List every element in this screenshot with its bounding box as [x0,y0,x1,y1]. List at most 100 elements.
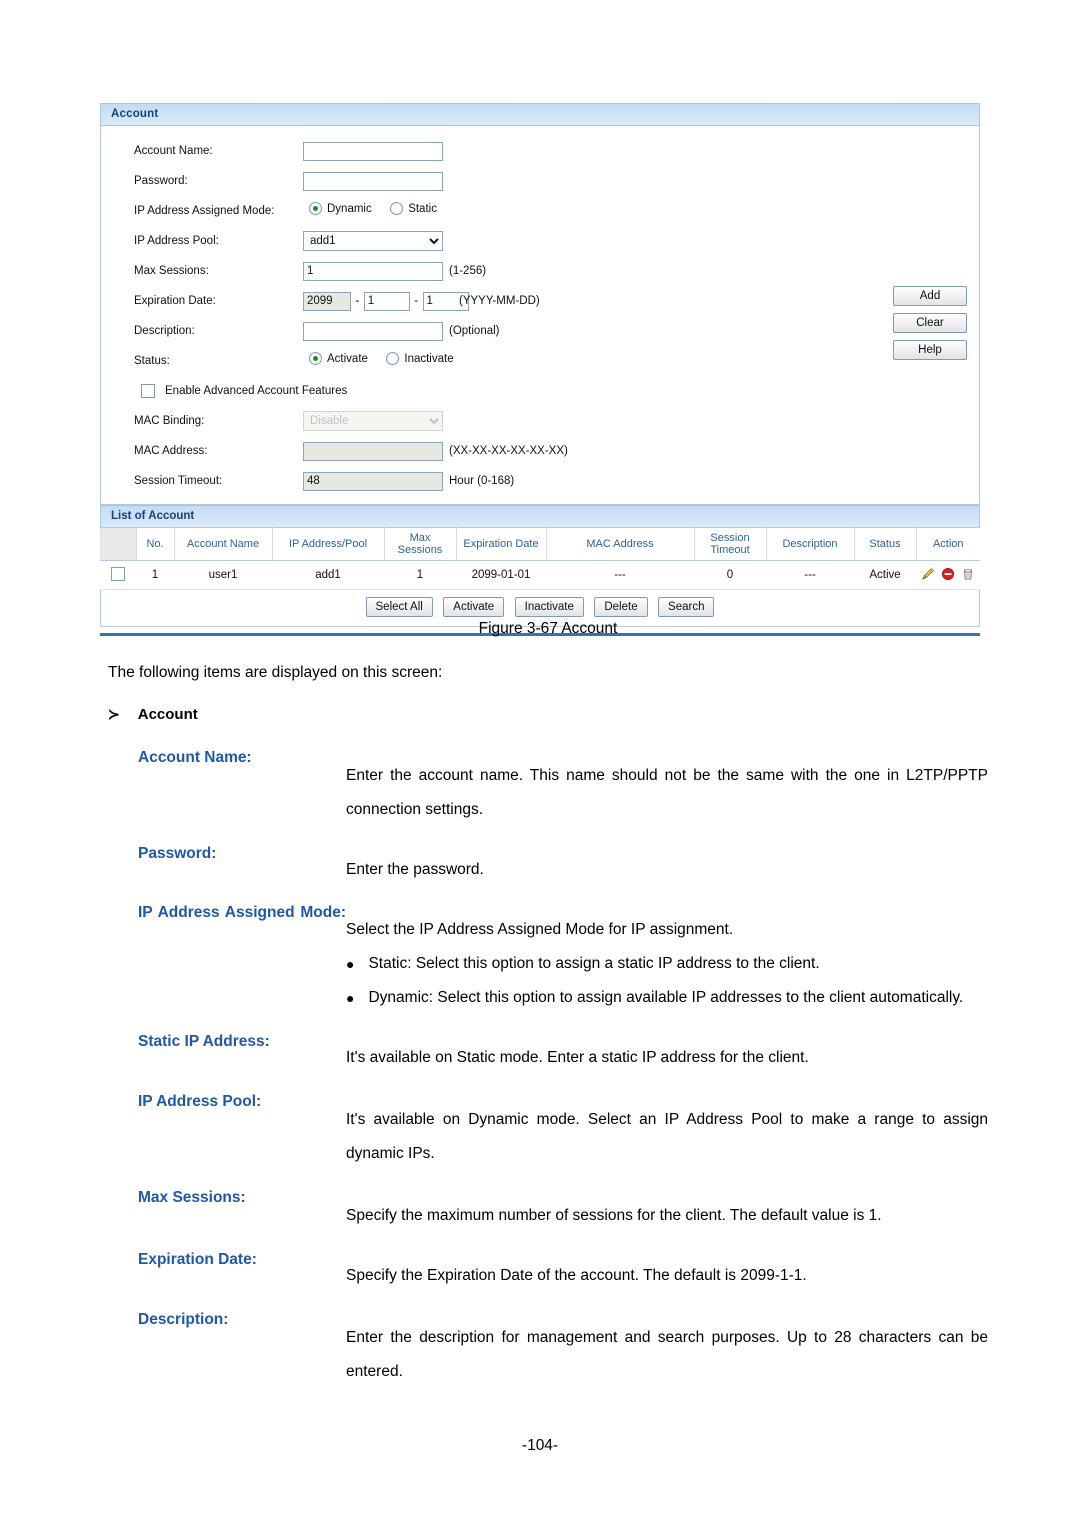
desc-paragraph: It's available on Dynamic mode. Select a… [346,1111,988,1162]
password-input[interactable] [303,171,443,191]
radio-static-indicator[interactable] [390,202,404,215]
form-row-ip-assigned-mode: IP Address Assigned Mode: Dynamic Static [101,196,979,226]
col-header-action: Action [916,527,980,561]
session-timeout-input[interactable] [303,471,443,491]
delete-button[interactable]: Delete [594,597,648,617]
advanced-features-wrap[interactable]: Enable Advanced Account Features [141,384,347,398]
inactivate-button[interactable]: Inactivate [514,597,584,617]
help-button[interactable]: Help [893,340,967,360]
term-label-description: Description: [138,1311,229,1328]
term-label-ip-address-pool: IP Address Pool: [138,1093,262,1110]
account-panel-title: Account [100,103,980,126]
term-desc-ip-assigned-mode: Select the IP Address Assigned Mode for … [346,901,988,1015]
add-button[interactable]: Add [893,286,967,306]
term-block-static-ip-address: Static IP Address: It's available on Sta… [108,1029,988,1075]
clear-button[interactable]: Clear [893,313,967,333]
mac-address-input[interactable] [303,441,443,461]
password-field-wrap [303,171,443,191]
row-checkbox[interactable] [111,566,125,581]
account-table-header-row: No. Account Name IP Address/Pool Max Ses… [100,527,980,561]
activate-button[interactable]: Activate [443,597,505,617]
description-input[interactable] [303,321,443,341]
col-header-expiration-date: Expiration Date [456,527,547,561]
term-desc-expiration-date: Specify the Expiration Date of the accou… [346,1247,988,1293]
description-label: Description: [134,325,195,337]
form-row-mac-address: MAC Address: (XX-XX-XX-XX-XX-XX) [101,436,979,466]
trash-icon[interactable] [961,567,975,584]
radio-activate[interactable]: Activate [309,352,368,365]
max-sessions-input[interactable] [303,261,443,281]
ip-assigned-mode-options: Dynamic Static [309,202,451,220]
row-action-icons [918,567,978,584]
expiration-year-input[interactable] [303,291,351,311]
radio-inactivate-indicator[interactable] [386,352,400,365]
section-heading-label: Account [137,706,198,723]
mac-binding-select[interactable]: Disable [303,411,443,431]
desc-paragraph: Enter the description for management and… [346,1329,988,1380]
cell-account-name: user1 [174,560,272,590]
col-header-no: No. [136,527,175,561]
section-heading: ≻ Account [108,706,988,723]
form-row-description: Description: (Optional) [101,316,979,346]
mac-binding-label: MAC Binding: [134,415,205,427]
desc-paragraph: Enter the password. [346,861,484,878]
form-row-password: Password: [101,166,979,196]
term-label-password: Password: [138,845,217,862]
description-field-wrap [303,321,443,341]
term-desc-password: Enter the password. [346,841,988,887]
ip-address-pool-select[interactable]: add1 [303,231,443,251]
cell-max-sessions: 1 [384,560,456,590]
session-timeout-hint: Hour (0-168) [449,475,515,487]
account-form-panel: Account Name: Password: IP Address Assig… [100,126,980,505]
ip-mode-bullet-list: ● Static: Select this option to assign a… [346,947,988,1015]
account-name-input[interactable] [303,141,443,161]
advanced-features-checkbox[interactable] [141,384,155,398]
col-header-checkbox [100,527,137,561]
term-block-expiration-date: Expiration Date: Specify the Expiration … [108,1247,988,1293]
select-all-button[interactable]: Select All [365,597,433,617]
mac-address-field-wrap [303,441,443,461]
date-separator-2: - [414,295,419,308]
radio-inactivate[interactable]: Inactivate [386,352,454,365]
mac-address-label: MAC Address: [134,445,208,457]
bullet-text: Static: Select this option to assign a s… [368,955,820,972]
expiration-month-input[interactable] [363,291,410,311]
account-screenshot-figure: Account Account Name: Password: IP Addre… [100,103,980,636]
password-label: Password: [134,175,188,187]
form-row-max-sessions: Max Sessions: (1-256) [101,256,979,286]
term-block-ip-assigned-mode: IP Address Assigned Mode: Select the IP … [108,901,988,1015]
term-desc-account-name: Enter the account name. This name should… [346,745,988,827]
radio-inactivate-label: Inactivate [404,352,454,365]
col-header-mac-address: MAC Address [546,527,695,561]
form-row-status: Status: Activate Inactivate [101,346,979,376]
term-block-max-sessions: Max Sessions: Specify the maximum number… [108,1185,988,1233]
radio-dynamic-indicator[interactable] [309,202,322,215]
status-label: Status: [134,355,170,367]
desc-paragraph: Specify the maximum number of sessions f… [346,1207,882,1224]
search-button[interactable]: Search [658,597,715,617]
form-row-session-timeout: Session Timeout: Hour (0-168) [101,466,979,496]
expiration-date-field-wrap: - - [303,291,469,311]
radio-activate-indicator[interactable] [309,352,322,365]
bullet-dot-icon: ● [346,990,355,1006]
cell-session-timeout: 0 [694,560,766,590]
max-sessions-label: Max Sessions: [134,265,209,277]
row-checkbox-cell[interactable] [100,560,136,590]
expiration-date-label: Expiration Date: [134,295,216,307]
cell-ip-address-pool: add1 [272,560,384,590]
date-separator-1: - [355,295,360,308]
mac-address-hint: (XX-XX-XX-XX-XX-XX) [449,445,568,457]
ip-assigned-mode-label: IP Address Assigned Mode: [134,205,275,217]
cell-no: 1 [136,560,174,590]
pencil-icon[interactable] [921,567,935,584]
radio-dynamic[interactable]: Dynamic [309,202,372,215]
status-options: Activate Inactivate [309,352,468,370]
block-icon[interactable] [941,567,955,584]
term-block-description: Description: Enter the description for m… [108,1307,988,1389]
radio-static[interactable]: Static [390,202,437,215]
account-name-field-wrap [303,141,443,161]
col-header-status: Status [854,527,917,561]
ip-address-pool-label: IP Address Pool: [134,235,219,247]
desc-paragraph: Specify the Expiration Date of the accou… [346,1267,807,1284]
table-row: 1 user1 add1 1 2099-01-01 --- 0 --- Acti… [100,560,980,590]
